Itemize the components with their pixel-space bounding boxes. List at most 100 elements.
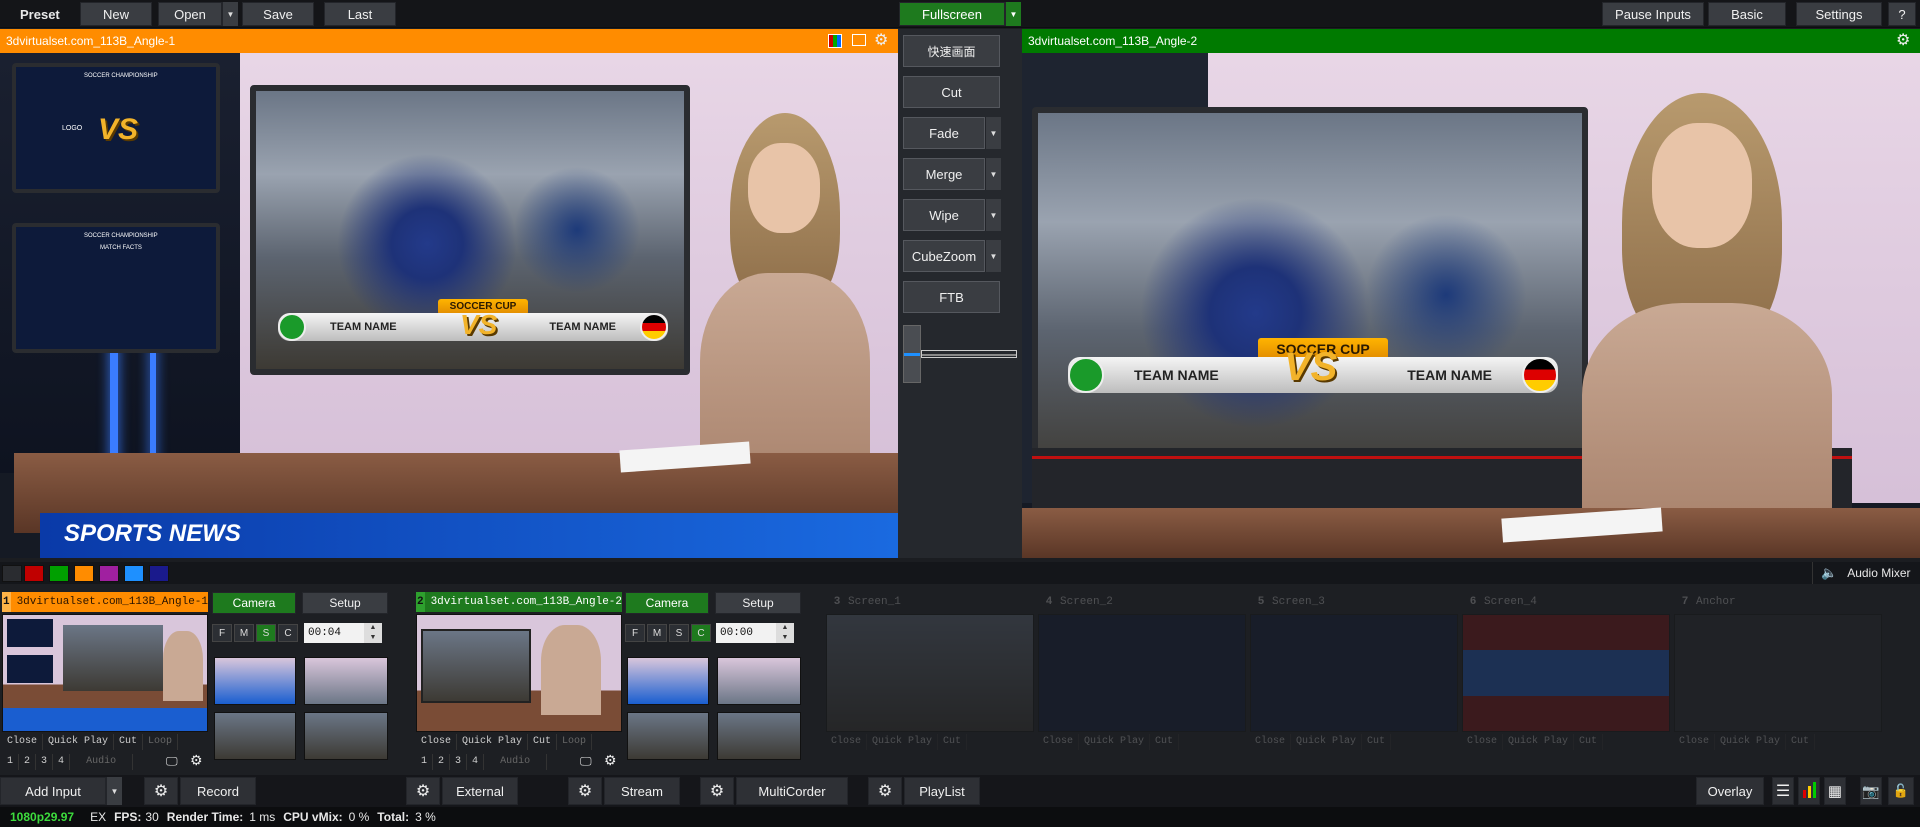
input-1-thumbnail[interactable] <box>2 614 208 732</box>
input-2-thumbnail[interactable] <box>416 614 622 732</box>
input-3-header[interactable]: 3 Screen_1 <box>826 592 1034 612</box>
preset-label[interactable]: Preset <box>20 7 60 22</box>
cut-button[interactable]: Cut <box>903 76 1000 108</box>
input-1-close[interactable]: Close <box>2 734 44 750</box>
fade-dropdown-icon[interactable]: ▼ <box>985 117 1001 149</box>
cubezoom-dropdown-icon[interactable]: ▼ <box>985 240 1001 272</box>
record-gear-icon[interactable]: ⚙ <box>144 777 178 805</box>
grid-view-icon[interactable]: ▦ <box>1824 777 1846 805</box>
wipe-dropdown-icon[interactable]: ▼ <box>985 199 1001 231</box>
input-5-thumbnail[interactable] <box>1250 614 1458 732</box>
input-1-time-spinner[interactable]: ▲ ▼ <box>364 623 382 643</box>
fullscreen-dropdown-icon[interactable]: ▼ <box>1005 2 1021 26</box>
input-2-s-button[interactable]: S <box>669 624 689 642</box>
list-view-icon[interactable]: ☰ <box>1772 777 1794 805</box>
input-2-camera-button[interactable]: Camera <box>625 592 709 614</box>
input-1-cut[interactable]: Cut <box>114 734 144 750</box>
input-6-header[interactable]: 6 Screen_4 <box>1462 592 1670 612</box>
input-1-gear-icon[interactable]: ⚙ <box>190 752 203 769</box>
audio-mixer-button[interactable]: 🔈 Audio Mixer <box>1812 562 1920 584</box>
swatch-6[interactable] <box>149 565 169 582</box>
input-1-s-button[interactable]: S <box>256 624 276 642</box>
input-1-setup-button[interactable]: Setup <box>302 592 388 614</box>
input-1-layer-1[interactable] <box>214 657 296 705</box>
open-button[interactable]: Open <box>158 2 222 26</box>
multicorder-button[interactable]: MultiCorder <box>736 777 848 805</box>
input-1-layer-3[interactable] <box>214 712 296 760</box>
input-1-time-field[interactable]: 00:04 <box>304 623 364 643</box>
input-2-cut[interactable]: Cut <box>528 734 558 750</box>
swatch-0[interactable] <box>2 565 22 582</box>
input-7-header[interactable]: 7 Anchor <box>1674 592 1882 612</box>
cubezoom-button[interactable]: CubeZoom <box>903 240 985 272</box>
input-1-c-button[interactable]: C <box>278 624 298 642</box>
output-gear-icon[interactable]: ⚙ <box>1896 30 1910 50</box>
swatch-4[interactable] <box>99 565 119 582</box>
settings-button[interactable]: Settings <box>1796 2 1882 26</box>
record-button[interactable]: Record <box>180 777 256 805</box>
output-video[interactable]: SOCCER CUP TEAM NAME TEAM NAME VS <box>1022 53 1920 558</box>
stream-button[interactable]: Stream <box>604 777 680 805</box>
input-2-layer-3[interactable] <box>627 712 709 760</box>
last-button[interactable]: Last <box>324 2 396 26</box>
input-2-setup-button[interactable]: Setup <box>715 592 801 614</box>
input-2-loop[interactable]: Loop <box>557 734 593 750</box>
external-button[interactable]: External <box>442 777 518 805</box>
input-2-time-field[interactable]: 00:00 <box>716 623 776 643</box>
input-1-layer-2[interactable] <box>304 657 388 705</box>
snapshot-icon[interactable]: 📷 <box>1860 777 1882 805</box>
input-1-m-button[interactable]: M <box>234 624 254 642</box>
input-3-thumbnail[interactable] <box>826 614 1034 732</box>
input-2-time-spinner[interactable]: ▲ ▼ <box>776 623 794 643</box>
input-2-close[interactable]: Close <box>416 734 458 750</box>
input-2-quickplay[interactable]: Quick Play <box>457 734 529 750</box>
overlay-button[interactable]: Overlay <box>1696 777 1764 805</box>
merge-button[interactable]: Merge <box>903 158 985 190</box>
new-button[interactable]: New <box>80 2 152 26</box>
swatch-1[interactable] <box>24 565 44 582</box>
input-2-layer-1[interactable] <box>627 657 709 705</box>
input-2-header[interactable]: 2 3dvirtualset.com_113B_Angle-2 <box>416 592 622 612</box>
input-2-m-button[interactable]: M <box>647 624 667 642</box>
levels-icon[interactable] <box>1798 777 1820 805</box>
ftb-button[interactable]: FTB <box>903 281 1000 313</box>
window-icon[interactable] <box>852 34 866 46</box>
input-4-header[interactable]: 4 Screen_2 <box>1038 592 1246 612</box>
swatch-5[interactable] <box>124 565 144 582</box>
input-2-layer-4[interactable] <box>717 712 801 760</box>
help-button[interactable]: ? <box>1888 2 1916 26</box>
wipe-button[interactable]: Wipe <box>903 199 985 231</box>
input-2-gear-icon[interactable]: ⚙ <box>604 752 617 769</box>
quick-transition-button[interactable]: 快速画面 <box>903 35 1000 67</box>
playlist-gear-icon[interactable]: ⚙ <box>868 777 902 805</box>
swatch-2[interactable] <box>49 565 69 582</box>
input-1-loop[interactable]: Loop <box>143 734 179 750</box>
input-2-f-button[interactable]: F <box>625 624 645 642</box>
input-1-camera-button[interactable]: Camera <box>212 592 296 614</box>
external-gear-icon[interactable]: ⚙ <box>406 777 440 805</box>
monitor-icon[interactable]: 🖵 <box>580 754 592 769</box>
input-1-f-button[interactable]: F <box>212 624 232 642</box>
swatch-3[interactable] <box>74 565 94 582</box>
input-7-thumbnail[interactable] <box>1674 614 1882 732</box>
input-1-layer-4[interactable] <box>304 712 388 760</box>
monitor-icon[interactable]: 🖵 <box>166 754 178 769</box>
save-button[interactable]: Save <box>242 2 314 26</box>
input-2-layer-2[interactable] <box>717 657 801 705</box>
pause-inputs-button[interactable]: Pause Inputs <box>1602 2 1704 26</box>
open-dropdown-icon[interactable]: ▼ <box>222 2 238 26</box>
merge-dropdown-icon[interactable]: ▼ <box>985 158 1001 190</box>
input-1-quickplay[interactable]: Quick Play <box>43 734 115 750</box>
input-4-thumbnail[interactable] <box>1038 614 1246 732</box>
input-5-header[interactable]: 5 Screen_3 <box>1250 592 1458 612</box>
add-input-dropdown-icon[interactable]: ▼ <box>106 777 122 805</box>
input-6-thumbnail[interactable] <box>1462 614 1670 732</box>
basic-button[interactable]: Basic <box>1708 2 1786 26</box>
fullscreen-button[interactable]: Fullscreen <box>899 2 1005 26</box>
color-picker-icon[interactable] <box>828 34 842 48</box>
lock-icon[interactable]: 🔓 <box>1888 777 1914 805</box>
input-1-header[interactable]: 1 3dvirtualset.com_113B_Angle-1 <box>2 592 208 612</box>
multicorder-gear-icon[interactable]: ⚙ <box>700 777 734 805</box>
add-input-button[interactable]: Add Input <box>0 777 106 805</box>
playlist-button[interactable]: PlayList <box>904 777 980 805</box>
